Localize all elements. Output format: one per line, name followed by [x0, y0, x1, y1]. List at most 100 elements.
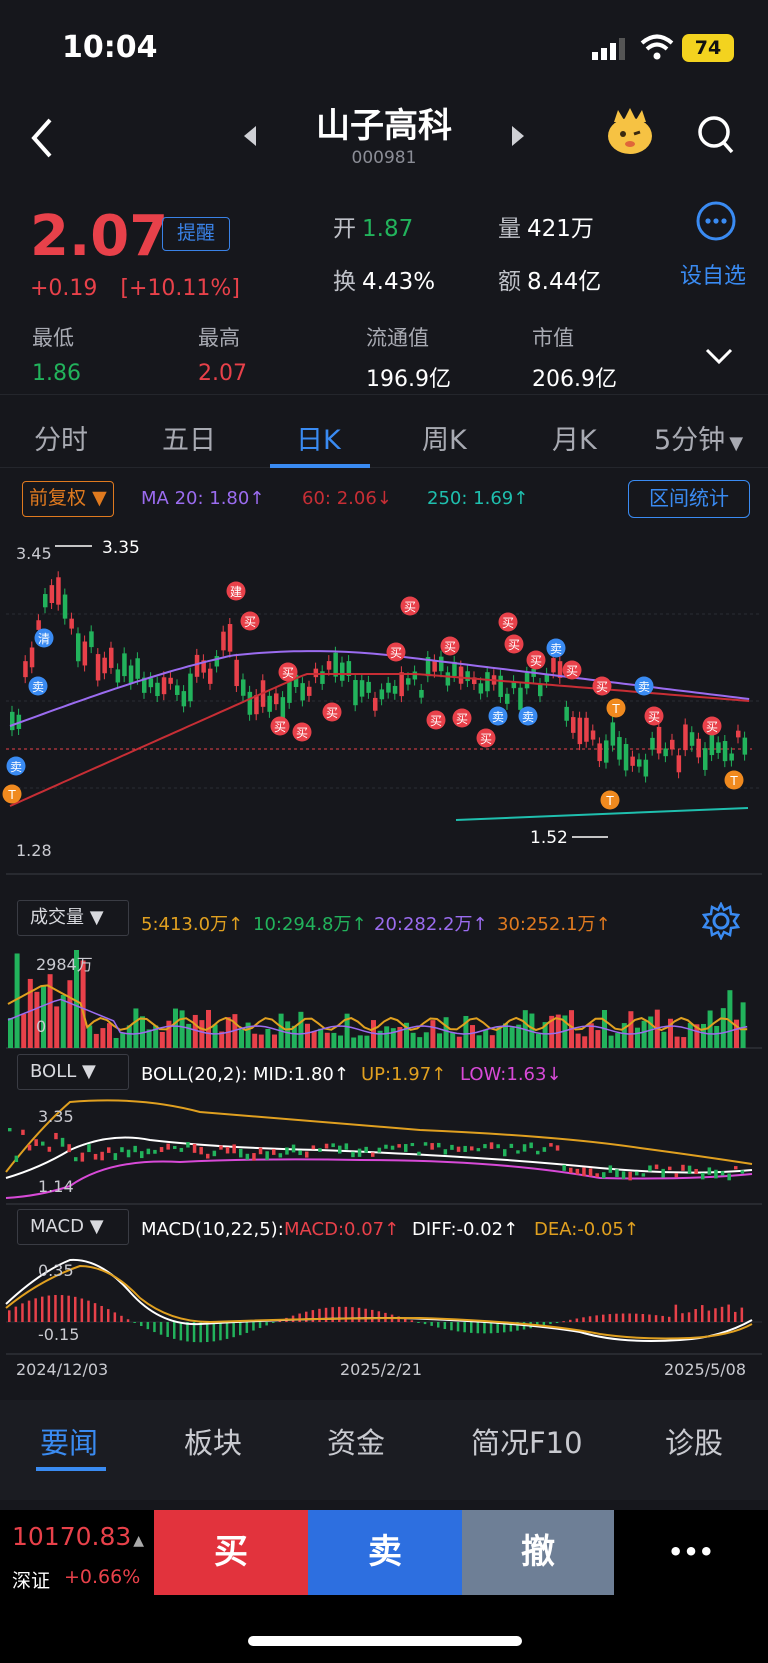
trade-marker-label: 买: [274, 720, 286, 734]
volume-bar: [265, 1028, 271, 1048]
more-options-icon[interactable]: [695, 200, 737, 242]
candle-body: [689, 732, 695, 746]
boll-mid-line: [5, 1136, 753, 1179]
candle-body: [115, 669, 121, 683]
cancel-order-button[interactable]: 撤: [462, 1510, 614, 1595]
tab-sector[interactable]: 板块: [184, 1420, 242, 1462]
candle-body: [485, 672, 490, 692]
candle-body: [95, 654, 101, 681]
macd-bar: [417, 1322, 420, 1323]
volume-bar: [450, 1032, 456, 1048]
vol-ma20: 20:282.2万↑: [374, 914, 488, 935]
macd-dea: DEA:-0.05↑: [534, 1219, 639, 1240]
tab-f10[interactable]: 简况F10: [471, 1420, 583, 1462]
macd-title: MACD(10,22,5):: [141, 1219, 284, 1240]
boll-candle: [54, 1132, 58, 1140]
volume-dropdown[interactable]: 成交量 ▼: [17, 900, 129, 936]
candle-body: [76, 633, 81, 662]
tab-daily-k[interactable]: 日K: [296, 418, 341, 457]
tab-intraday[interactable]: 分时: [34, 418, 88, 457]
high-marker-label: 3.35: [102, 538, 140, 558]
kline-chart[interactable]: 3.45 1.28 3.35 1.52 卖卖清建买买买 买买买买 买买 买买卖买买买卖…: [0, 526, 768, 876]
more-button[interactable]: •••: [614, 1510, 768, 1595]
tab-diagnosis[interactable]: 诊股: [665, 1420, 723, 1462]
boll-candle: [14, 1155, 19, 1162]
candle-body: [175, 685, 180, 695]
tab-news[interactable]: 要闻: [40, 1420, 98, 1462]
boll-candle: [707, 1167, 712, 1175]
macd-dropdown[interactable]: MACD ▼: [17, 1209, 129, 1245]
tab-monthly-k[interactable]: 月K: [552, 418, 597, 457]
mascot-icon[interactable]: [604, 106, 656, 158]
boll-candle: [397, 1144, 401, 1148]
boll-candle: [575, 1168, 580, 1175]
macd-bar: [100, 1305, 103, 1322]
remind-button[interactable]: 提醒: [162, 217, 230, 251]
macd-bar: [549, 1322, 552, 1325]
sell-button[interactable]: 卖: [308, 1510, 462, 1595]
trade-marker-label: 买: [296, 726, 308, 740]
search-icon[interactable]: [696, 114, 736, 158]
boll-candle: [456, 1146, 461, 1152]
macd-bar: [133, 1322, 136, 1323]
settings-gear-icon[interactable]: [702, 902, 740, 940]
candle-body: [604, 740, 609, 763]
index-value[interactable]: 10170.83 ▲: [12, 1522, 144, 1551]
candle-body: [676, 755, 682, 773]
adjust-dropdown[interactable]: 前复权 ▼: [22, 481, 114, 517]
candle-body: [148, 678, 154, 688]
tab-funds[interactable]: 资金: [327, 1420, 385, 1462]
boll-candle: [47, 1146, 52, 1152]
candle-body: [432, 660, 437, 672]
boll-candle: [430, 1143, 434, 1150]
macd-bar: [166, 1322, 169, 1337]
tab-five-day[interactable]: 五日: [162, 418, 216, 457]
buy-button[interactable]: 买: [154, 1510, 308, 1595]
volume-bar: [252, 1033, 258, 1048]
volume-bar: [305, 1023, 310, 1048]
volume-bar: [384, 1026, 390, 1048]
volume-bar: [661, 1031, 667, 1048]
macd-bar: [701, 1305, 704, 1322]
tab-weekly-k[interactable]: 周K: [422, 418, 467, 457]
candle-body: [637, 759, 642, 767]
candle-body: [23, 661, 28, 678]
candle-body: [194, 654, 200, 677]
boll-candle: [496, 1144, 500, 1149]
ma20-indicator: MA 20: 1.80↑: [141, 488, 265, 509]
boll-candle: [727, 1173, 731, 1181]
low-marker-label: 1.52: [530, 828, 568, 848]
expand-chevron-icon[interactable]: [704, 346, 734, 366]
macd-bar: [443, 1322, 447, 1330]
vol-ma30: 30:252.1万↑: [497, 914, 611, 935]
boll-y-max: 3.35: [38, 1107, 74, 1126]
ma250-line: [455, 807, 749, 821]
volume-bar: [628, 1011, 634, 1048]
boll-candle: [410, 1142, 415, 1147]
candle-body: [478, 683, 484, 694]
float-value: 196.9亿: [366, 367, 451, 392]
boll-candle: [549, 1143, 553, 1147]
macd-bar: [357, 1307, 361, 1322]
boll-candle: [245, 1153, 250, 1160]
macd-bar: [635, 1313, 638, 1322]
open-stat: 开 1.87: [333, 216, 414, 242]
boll-candle: [146, 1148, 151, 1155]
volume-bar: [67, 980, 73, 1048]
range-stats-button[interactable]: 区间统计: [628, 480, 750, 518]
volume-bar: [417, 1037, 423, 1048]
candle-body: [564, 706, 569, 721]
candle-body: [208, 668, 213, 684]
boll-dropdown[interactable]: BOLL ▼: [17, 1054, 129, 1090]
mcap-value: 206.9亿: [532, 367, 617, 392]
macd-bar: [67, 1295, 70, 1322]
next-stock-icon[interactable]: [508, 124, 526, 148]
candle-body: [505, 693, 510, 704]
boll-candle: [311, 1145, 316, 1150]
stock-detail-screen: 10:04 74 山子高科 000981 2.07 提醒 +0.19 [+10.…: [0, 0, 768, 1663]
boll-candle: [654, 1164, 659, 1170]
add-watchlist-button[interactable]: 设自选: [680, 258, 746, 290]
boll-candle: [582, 1167, 586, 1177]
macd-bar: [186, 1322, 189, 1342]
tab-five-minute[interactable]: 5分钟 ▼: [654, 418, 743, 457]
